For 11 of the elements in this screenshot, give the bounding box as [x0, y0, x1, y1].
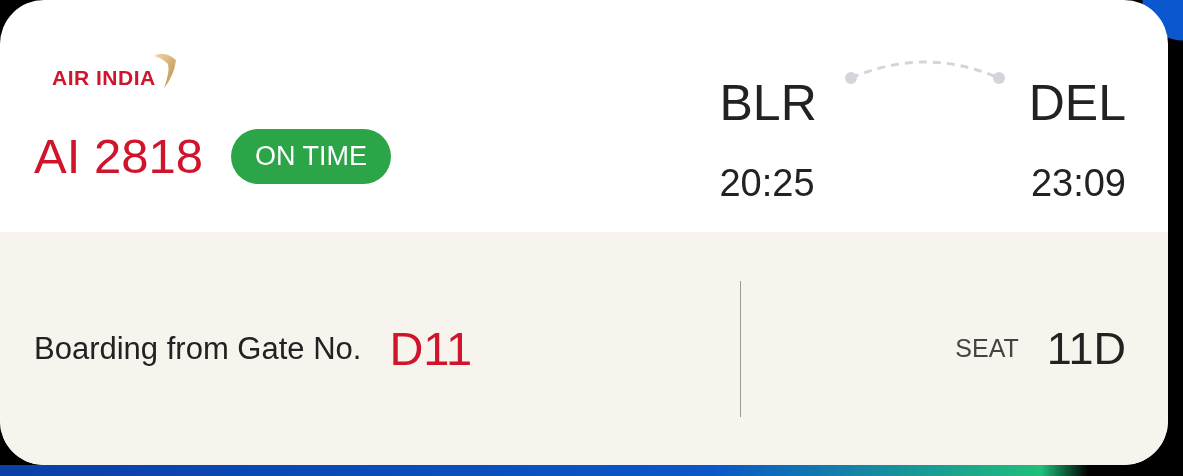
gate-label: Boarding from Gate No. [34, 330, 362, 367]
destination-code: DEL [1028, 74, 1126, 132]
seat-label: SEAT [955, 334, 1019, 363]
flight-number: AI 2818 [34, 128, 203, 184]
seat-number: 11D [1046, 322, 1126, 375]
departure-time: 20:25 [719, 162, 816, 205]
status-badge: ON TIME [230, 128, 391, 184]
arrival-time: 23:09 [1030, 162, 1126, 205]
airline-logo-text: AIR INDIA [52, 66, 156, 90]
gate-number: D11 [389, 321, 473, 376]
origin-code: BLR [719, 74, 817, 132]
